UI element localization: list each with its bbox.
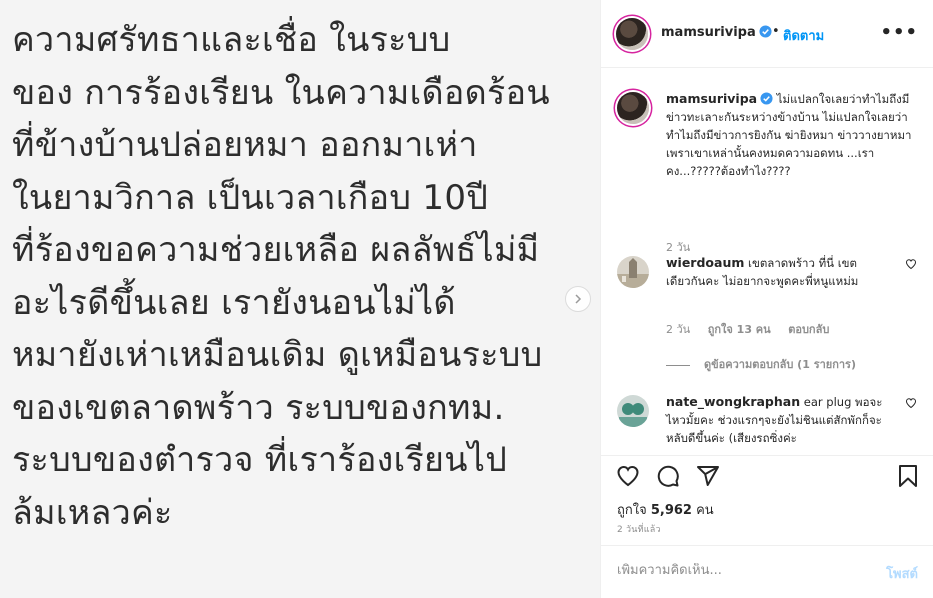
likes-count[interactable]: ถูกใจ 5,962 คน (617, 499, 714, 520)
post-header: mamsurivipa • ติดตาม ••• (601, 0, 933, 68)
comment-username[interactable]: nate_wongkraphan (666, 394, 800, 409)
follow-button[interactable]: ติดตาม (783, 25, 824, 46)
caption-avatar[interactable] (617, 92, 649, 124)
comments-section[interactable]: mamsurivipa ไม่แปลกใจเลยว่าทำไมถึงมีข่าว… (601, 69, 933, 455)
post-comment-button[interactable]: โพสต์ (886, 563, 918, 584)
commenter-avatar[interactable] (617, 395, 649, 427)
likes-prefix: ถูกใจ (617, 503, 651, 518)
avatar-photo (617, 256, 649, 288)
next-image-button[interactable] (565, 286, 591, 312)
comment-text-block: nate_wongkraphan ear plug พอจะไหวมั้ยคะ … (666, 393, 890, 447)
comment-text-block: wierdoaum เขตลาดพร้าว ที่นี่ เขต เดียวกั… (666, 254, 890, 290)
comment-meta: 2 วัน ถูกใจ 13 คน ตอบกลับ (666, 320, 843, 338)
add-comment-bar: โพสต์ (601, 545, 933, 598)
comment-likes[interactable]: ถูกใจ 13 คน (708, 323, 771, 336)
likes-suffix: คน (691, 503, 714, 518)
likes-number: 5,962 (650, 503, 692, 518)
post-image-line: ในยามวิกาล เป็นเวลาเกือบ 10ปี (12, 177, 489, 218)
share-icon[interactable] (696, 464, 720, 488)
header-username-text[interactable]: mamsurivipa (661, 25, 756, 40)
post-image-line: ความศรัทธาและเชื่อ ในระบบ (12, 20, 451, 60)
comment-icon[interactable] (656, 464, 680, 488)
avatar[interactable] (616, 18, 648, 50)
separator-dot: • (772, 24, 780, 39)
post-image-line: ที่ข้างบ้านปล่อยหมา ออกมาเห่า (12, 125, 478, 165)
post-image-line: ระบบของตำรวจ ที่เราร้องเรียนไป (12, 440, 508, 480)
comment-input[interactable] (617, 563, 857, 578)
view-replies-button[interactable]: ดูข้อความตอบกลับ (1 รายการ) (666, 355, 856, 373)
post-image-line: ล้มเหลวค่ะ (12, 492, 173, 533)
post-image-line: หมายังเห่าเหมือนเดิม ดูเหมือนระบบ (12, 335, 543, 375)
verified-badge-icon (760, 92, 773, 105)
caption-text-block: mamsurivipa ไม่แปลกใจเลยว่าทำไมถึงมีข่าว… (666, 90, 928, 180)
comment-time[interactable]: 2 วัน (666, 323, 690, 336)
avatar-photo (617, 395, 649, 427)
heart-icon[interactable] (616, 464, 640, 488)
caption-username[interactable]: mamsurivipa (666, 91, 757, 106)
like-comment-heart-icon[interactable] (905, 397, 917, 409)
more-options-button[interactable]: ••• (880, 22, 918, 43)
post-actions: ถูกใจ 5,962 คน 2 วันที่แล้ว (601, 455, 933, 545)
post-image-text: ความศรัทธาและเชื่อ ในระบบ ของ การร้องเรี… (12, 14, 600, 539)
post-image-line: อะไรดีขึ้นเลย เรายังนอนไม่ได้ (12, 282, 456, 323)
divider-line (666, 364, 690, 366)
post-side-panel: mamsurivipa • ติดตาม ••• mamsurivipa ไม่… (600, 0, 933, 598)
reply-button[interactable]: ตอบกลับ (788, 323, 829, 336)
bookmark-icon[interactable] (896, 464, 920, 488)
commenter-avatar[interactable] (617, 256, 649, 288)
post-timestamp[interactable]: 2 วันที่แล้ว (617, 522, 661, 536)
post-image-line: ของเขตลาดพร้าว ระบบของกทม. (12, 387, 505, 428)
comment-username[interactable]: wierdoaum (666, 255, 744, 270)
chevron-right-icon (575, 294, 582, 304)
like-comment-heart-icon[interactable] (905, 258, 917, 270)
header-username[interactable]: mamsurivipa (661, 25, 772, 40)
post-image-line: ที่ร้องขอความช่วยเหลือ ผลลัพธ์ไม่มี (12, 230, 540, 270)
post-image-line: ของ การร้องเรียน ในความเดือดร้อน (12, 72, 550, 113)
post-image: ความศรัทธาและเชื่อ ในระบบ ของ การร้องเรี… (0, 0, 600, 598)
verified-badge-icon (759, 25, 772, 38)
view-replies-label: ดูข้อความตอบกลับ (1 รายการ) (704, 358, 856, 371)
